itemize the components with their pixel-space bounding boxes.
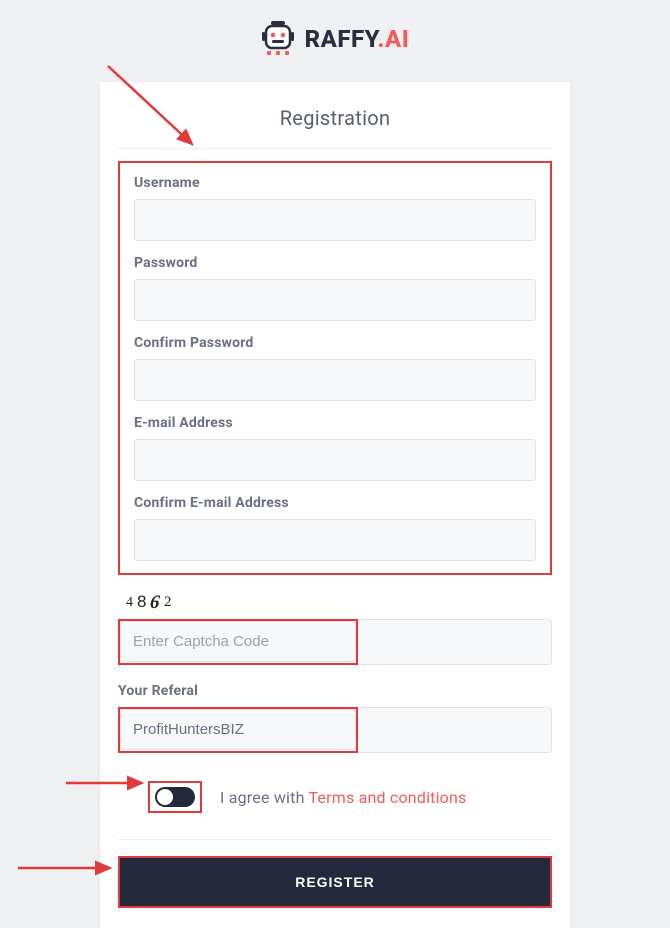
confirm-email-label: Confirm E-mail Address [134,495,536,511]
captcha-digit: 4 [126,595,133,611]
captcha-code: 4 8 6 2 [118,591,552,613]
referal-input[interactable] [120,709,356,750]
captcha-digit: 8 [137,592,146,612]
email-input[interactable] [134,439,536,481]
terms-link[interactable]: Terms and conditions [308,788,466,807]
referal-block: Your Referal [118,683,552,753]
logo-text-main: RAFFY [305,25,378,53]
confirm-password-input[interactable] [134,359,536,401]
logo-text-accent: .AI [377,25,409,53]
captcha-block: 4 8 6 2 [118,591,552,665]
page-title: Registration [118,106,552,130]
register-button[interactable]: REGISTER [120,858,550,906]
referal-input-trailing [358,707,552,754]
registration-card: Registration Username Password Confirm P… [100,82,570,928]
captcha-digit: 6 [149,592,161,614]
robot-icon [261,20,295,58]
agree-prefix: I agree with [220,788,308,807]
brand-logo: RAFFY.AI [261,20,410,58]
username-label: Username [134,175,536,191]
referal-label: Your Referal [118,683,552,699]
agree-toggle[interactable] [155,787,195,807]
username-input[interactable] [134,199,536,241]
password-input[interactable] [134,279,536,321]
captcha-input-trailing [358,619,552,666]
confirm-email-input[interactable] [134,519,536,561]
agree-row: I agree with Terms and conditions [118,781,552,813]
confirm-password-label: Confirm Password [134,335,536,351]
captcha-digit: 2 [164,594,172,611]
captcha-input[interactable] [120,621,356,662]
email-label: E-mail Address [134,415,536,431]
password-label: Password [134,255,536,271]
agree-text: I agree with Terms and conditions [220,788,467,807]
primary-fields-group: Username Password Confirm Password E-mai… [118,161,552,575]
